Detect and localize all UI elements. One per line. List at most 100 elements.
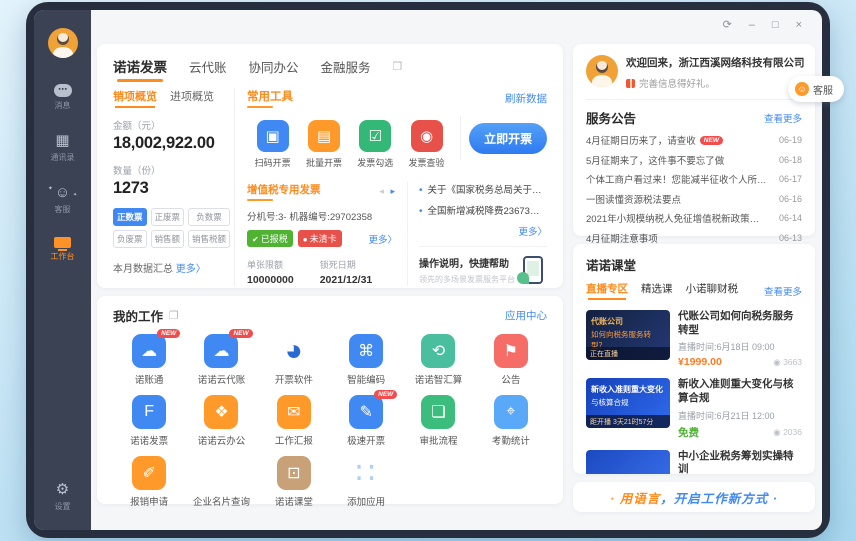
course-item[interactable]: 中小企业税务筹划实操特训 [586, 450, 802, 474]
filter-positive-void[interactable]: 正废票 [151, 208, 185, 226]
app-attendance[interactable]: ⌖ 考勤统计 [475, 395, 547, 447]
sidebar-item-service[interactable]: ☺ 客服 [55, 185, 71, 215]
assistant-icon: ☺ [55, 185, 70, 201]
eye-icon: ◉ [773, 357, 780, 367]
app-smart-tax-calc[interactable]: ⟲ 诺诺智汇算 [402, 334, 474, 386]
invoice-type-filters: 正数票 正废票 负数票 负废票 销售额 销售税额 [113, 208, 224, 248]
classroom-more-link[interactable]: 查看更多 [764, 284, 802, 298]
amount-label: 金额（元） [113, 118, 224, 132]
my-work-card: 我的工作 ❐ 应用中心 ☁ NEW 诺账通 ☁ [97, 296, 563, 504]
news-item[interactable]: • 关于《国家税务总局关于办理… [419, 182, 547, 196]
close-icon[interactable]: × [796, 20, 802, 31]
new-badge: NEW [374, 390, 397, 399]
eye-icon: ◉ [773, 427, 780, 437]
announcement-item[interactable]: 2021年小规模纳税人免征增值税新政策… 06-14 [586, 211, 802, 225]
monitor-icon [54, 237, 71, 248]
announcement-item[interactable]: 4月征期注意事项 06-13 [586, 231, 802, 245]
gift-icon [626, 79, 635, 88]
announcement-item[interactable]: 5月征期来了，这件事不要忘了做 06-18 [586, 153, 802, 167]
customer-service-icon: ☺ [795, 82, 809, 96]
tool-batch-invoice[interactable]: ▤ 批量开票 [298, 120, 349, 169]
filter-positive-invoice[interactable]: 正数票 [113, 208, 147, 226]
company-avatar[interactable] [586, 55, 618, 87]
count-label: 数量（份） [113, 163, 224, 177]
tool-invoice-verify[interactable]: ◉ 发票查验 [401, 120, 452, 169]
app-work-report[interactable]: ✉ 工作汇报 [258, 395, 330, 447]
refresh-window-icon[interactable]: ⟳ [723, 20, 732, 31]
announcement-item[interactable]: 4月征期日历来了，请查收 NEW 06-19 [586, 133, 802, 147]
vat-news-row: 增值税专用发票 ◂ ▸ 分机号:3- 机器编号:29702358 [247, 182, 547, 286]
user-avatar[interactable] [48, 28, 78, 58]
minimize-icon[interactable]: – [749, 20, 755, 31]
course-item[interactable]: 新收入准则重大变化 与核算合规 距开播 3天21时57分 新收入准则重大变化与核… [586, 378, 802, 439]
tool-scan-invoice[interactable]: ▣ 扫码开票 [247, 120, 298, 169]
app-fast-invoice[interactable]: ✎ NEW 极速开票 [330, 395, 402, 447]
checkbox-icon: ☑ [359, 120, 391, 152]
announcement-item[interactable]: 个体工商户看过来！您能减半征收个人所… 06-17 [586, 172, 802, 186]
app-nuonuo-invoice[interactable]: F 诺诺发票 [113, 395, 185, 447]
main-content: ⟳ – □ × 诺诺发票 云代账 协同办公 金融服务 ❐ [91, 10, 822, 530]
course-item[interactable]: 代账公司 如何向税务服务转型？ 正在直播 代账公司如何向税务服务转型 直播时间:… [586, 310, 802, 368]
app-cloud-accounting[interactable]: ☁ NEW 诺诺云代账 [185, 334, 257, 386]
sidebar-item-contacts[interactable]: ▦ 通讯录 [51, 133, 75, 163]
app-announcement[interactable]: ⚑ 公告 [475, 334, 547, 386]
slogan-banner[interactable]: · 用语言，开启工作新方式 · [573, 482, 815, 512]
cloud-icon: ☁ [132, 334, 166, 368]
edit-icon[interactable]: ❐ [169, 309, 179, 322]
tab-finance[interactable]: 金融服务 [321, 57, 371, 82]
classroom-tabs: 直播专区 精选课 小诺聊财税 查看更多 [586, 281, 802, 300]
announcement-list: 4月征期日历来了，请查收 NEW 06-19 5月征期来了，这件事不要忘了做 0… [586, 133, 802, 245]
app-invoice-software[interactable]: ◕ 开票软件 [258, 334, 330, 386]
announcement-item[interactable]: 一图读懂资源税法要点 06-16 [586, 192, 802, 206]
app-expense-claim[interactable]: ✐ 报销申请 [113, 456, 185, 508]
sidebar-item-settings[interactable]: ⚙ 设置 [55, 482, 71, 512]
app-approval-flow[interactable]: ❏ 审批流程 [402, 395, 474, 447]
tax-news-panel: • 关于《国家税务总局关于办理… • 全国新增减税降费23673亿元 更多〉 [407, 182, 547, 286]
app-company-card-search[interactable]: ☌ 企业名片查询 [185, 456, 257, 508]
sidebar-item-workbench[interactable]: 工作台 [51, 237, 75, 262]
app-cloud-office[interactable]: ❖ 诺诺云办公 [185, 395, 257, 447]
welcome-sub[interactable]: 完善信息得好礼。 [639, 76, 715, 90]
divider [460, 116, 461, 160]
app-nuozhangtong[interactable]: ☁ NEW 诺账通 [113, 334, 185, 386]
create-invoice-button[interactable]: 立即开票 [469, 123, 547, 154]
titlebar: ⟳ – □ × [91, 10, 822, 40]
eye-icon: ◉ [411, 120, 443, 152]
summary-more-link[interactable]: 更多〉 [176, 264, 206, 275]
app-add-application[interactable]: ∷ 添加应用 [330, 456, 402, 508]
app-classroom[interactable]: ⊡ 诺诺课堂 [258, 456, 330, 508]
tab-cloud-accounting[interactable]: 云代账 [189, 57, 227, 82]
app-smart-coding[interactable]: ⌘ 智能编码 [330, 334, 402, 386]
maximize-icon[interactable]: □ [772, 20, 779, 31]
news-more-link[interactable]: 更多〉 [518, 227, 547, 238]
sidebar-item-messages[interactable]: ⋯ 消息 [54, 84, 72, 111]
tab-live-zone[interactable]: 直播专区 [586, 281, 628, 300]
invoice-limit: 单张限额 10000000 [247, 258, 294, 286]
help-banner[interactable]: 操作说明，快捷帮助 领先的多场景发票服务平台 [419, 246, 547, 285]
tab-nuonuo-invoice[interactable]: 诺诺发票 [113, 56, 167, 82]
tab-collaboration[interactable]: 协同办公 [249, 57, 299, 82]
tab-featured-courses[interactable]: 精选课 [641, 281, 673, 300]
tax-reported-badge: ✔已报税 [247, 230, 293, 247]
filter-sales-amount[interactable]: 销售额 [151, 230, 185, 248]
refresh-data-link[interactable]: 刷新数据 [505, 91, 547, 106]
tool-invoice-select[interactable]: ☑ 发票勾选 [350, 120, 401, 169]
tab-purchase-overview[interactable]: 进项概览 [170, 88, 214, 108]
filter-negative-invoice[interactable]: 负数票 [188, 208, 230, 226]
tab-finance-talk[interactable]: 小诺聊财税 [686, 281, 739, 300]
external-link-icon[interactable]: ❐ [393, 60, 403, 79]
announcements-more-link[interactable]: 查看更多 [764, 111, 802, 125]
vat-more-link[interactable]: 更多〉 [368, 232, 397, 246]
contacts-icon: ▦ [55, 133, 69, 149]
customer-service-tab[interactable]: ☺ 客服 [788, 76, 844, 102]
pen-icon: ✐ [132, 456, 166, 490]
filter-negative-void[interactable]: 负废票 [113, 230, 147, 248]
check-icon: ✔ [252, 235, 259, 244]
news-item[interactable]: • 全国新增减税降费23673亿元 [419, 203, 547, 217]
filter-sales-tax[interactable]: 销售税额 [188, 230, 230, 248]
tab-sales-overview[interactable]: 销项概览 [113, 88, 157, 108]
my-work-title: 我的工作 [113, 306, 163, 325]
prev-arrow-icon[interactable]: ◂ [379, 186, 386, 196]
app-center-link[interactable]: 应用中心 [505, 308, 547, 323]
next-arrow-icon[interactable]: ▸ [390, 186, 397, 196]
